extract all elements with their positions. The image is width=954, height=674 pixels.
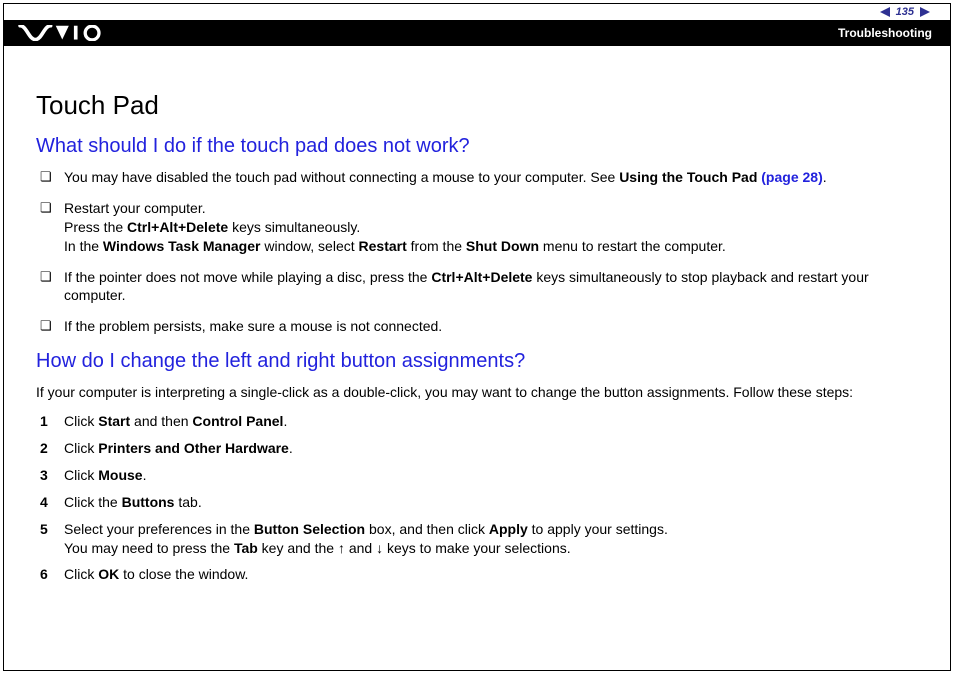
bold-text: Start <box>98 413 130 429</box>
text: In the <box>64 238 103 254</box>
prev-page-icon[interactable] <box>880 7 890 17</box>
bold-text: Ctrl+Alt+Delete <box>127 219 228 235</box>
section-label: Troubleshooting <box>838 26 932 40</box>
question-2-heading: How do I change the left and right butto… <box>36 350 918 373</box>
list-item: Restart your computer. Press the Ctrl+Al… <box>36 199 918 256</box>
text: Click <box>64 566 98 582</box>
list-item: Select your preferences in the Button Se… <box>36 520 918 558</box>
text: Press the <box>64 219 127 235</box>
bold-text: Button Selection <box>254 521 365 537</box>
page-link[interactable]: (page 28) <box>761 169 822 185</box>
text: If the problem persists, make sure a mou… <box>64 318 442 334</box>
text: window, select <box>260 238 358 254</box>
page-number: 135 <box>896 6 914 18</box>
text: . <box>289 440 293 456</box>
bold-text: Shut Down <box>466 238 539 254</box>
page-title: Touch Pad <box>36 90 918 121</box>
top-nav-bar: 135 <box>4 4 950 20</box>
text: Click <box>64 467 98 483</box>
bold-text: Buttons <box>122 494 175 510</box>
q1-bullet-list: You may have disabled the touch pad with… <box>36 168 918 336</box>
bold-text: Using the Touch Pad <box>619 169 761 185</box>
list-item: Click Mouse. <box>36 466 918 485</box>
text: You may have disabled the touch pad with… <box>64 169 619 185</box>
text: from the <box>407 238 466 254</box>
text: key and the <box>258 540 338 556</box>
text: If the pointer does not move while playi… <box>64 269 431 285</box>
up-arrow-icon <box>338 540 345 556</box>
q2-intro: If your computer is interpreting a singl… <box>36 383 918 402</box>
bold-text: Restart <box>359 238 407 254</box>
vaio-logo <box>18 25 108 41</box>
text: and then <box>130 413 192 429</box>
bold-text: OK <box>98 566 119 582</box>
bold-text: Mouse <box>98 467 142 483</box>
text: Restart your computer. <box>64 200 206 216</box>
text: to apply your settings. <box>528 521 668 537</box>
page-content: Touch Pad What should I do if the touch … <box>4 60 950 670</box>
list-item: If the pointer does not move while playi… <box>36 268 918 306</box>
text: You may need to press the <box>64 540 234 556</box>
text: Click the <box>64 494 122 510</box>
text: . <box>823 169 827 185</box>
list-item: Click the Buttons tab. <box>36 493 918 512</box>
text: Click <box>64 440 98 456</box>
text: keys to make your selections. <box>383 540 571 556</box>
q2-step-list: Click Start and then Control Panel. Clic… <box>36 412 918 584</box>
bold-text: Windows Task Manager <box>103 238 261 254</box>
bold-text: Ctrl+Alt+Delete <box>431 269 532 285</box>
bold-text: Control Panel <box>192 413 283 429</box>
text: . <box>283 413 287 429</box>
text: to close the window. <box>119 566 248 582</box>
text: and <box>345 540 376 556</box>
bold-text: Printers and Other Hardware <box>98 440 289 456</box>
text: Click <box>64 413 98 429</box>
header-bar: Troubleshooting <box>4 20 950 46</box>
text: menu to restart the computer. <box>539 238 726 254</box>
text: box, and then click <box>365 521 489 537</box>
text: . <box>143 467 147 483</box>
list-item: If the problem persists, make sure a mou… <box>36 317 918 336</box>
bold-text: Apply <box>489 521 528 537</box>
list-item: You may have disabled the touch pad with… <box>36 168 918 187</box>
list-item: Click Printers and Other Hardware. <box>36 439 918 458</box>
list-item: Click OK to close the window. <box>36 565 918 584</box>
text: tab. <box>174 494 201 510</box>
list-item: Click Start and then Control Panel. <box>36 412 918 431</box>
bold-text: Tab <box>234 540 258 556</box>
text: keys simultaneously. <box>228 219 360 235</box>
question-1-heading: What should I do if the touch pad does n… <box>36 135 918 158</box>
next-page-icon[interactable] <box>920 7 930 17</box>
text: Select your preferences in the <box>64 521 254 537</box>
